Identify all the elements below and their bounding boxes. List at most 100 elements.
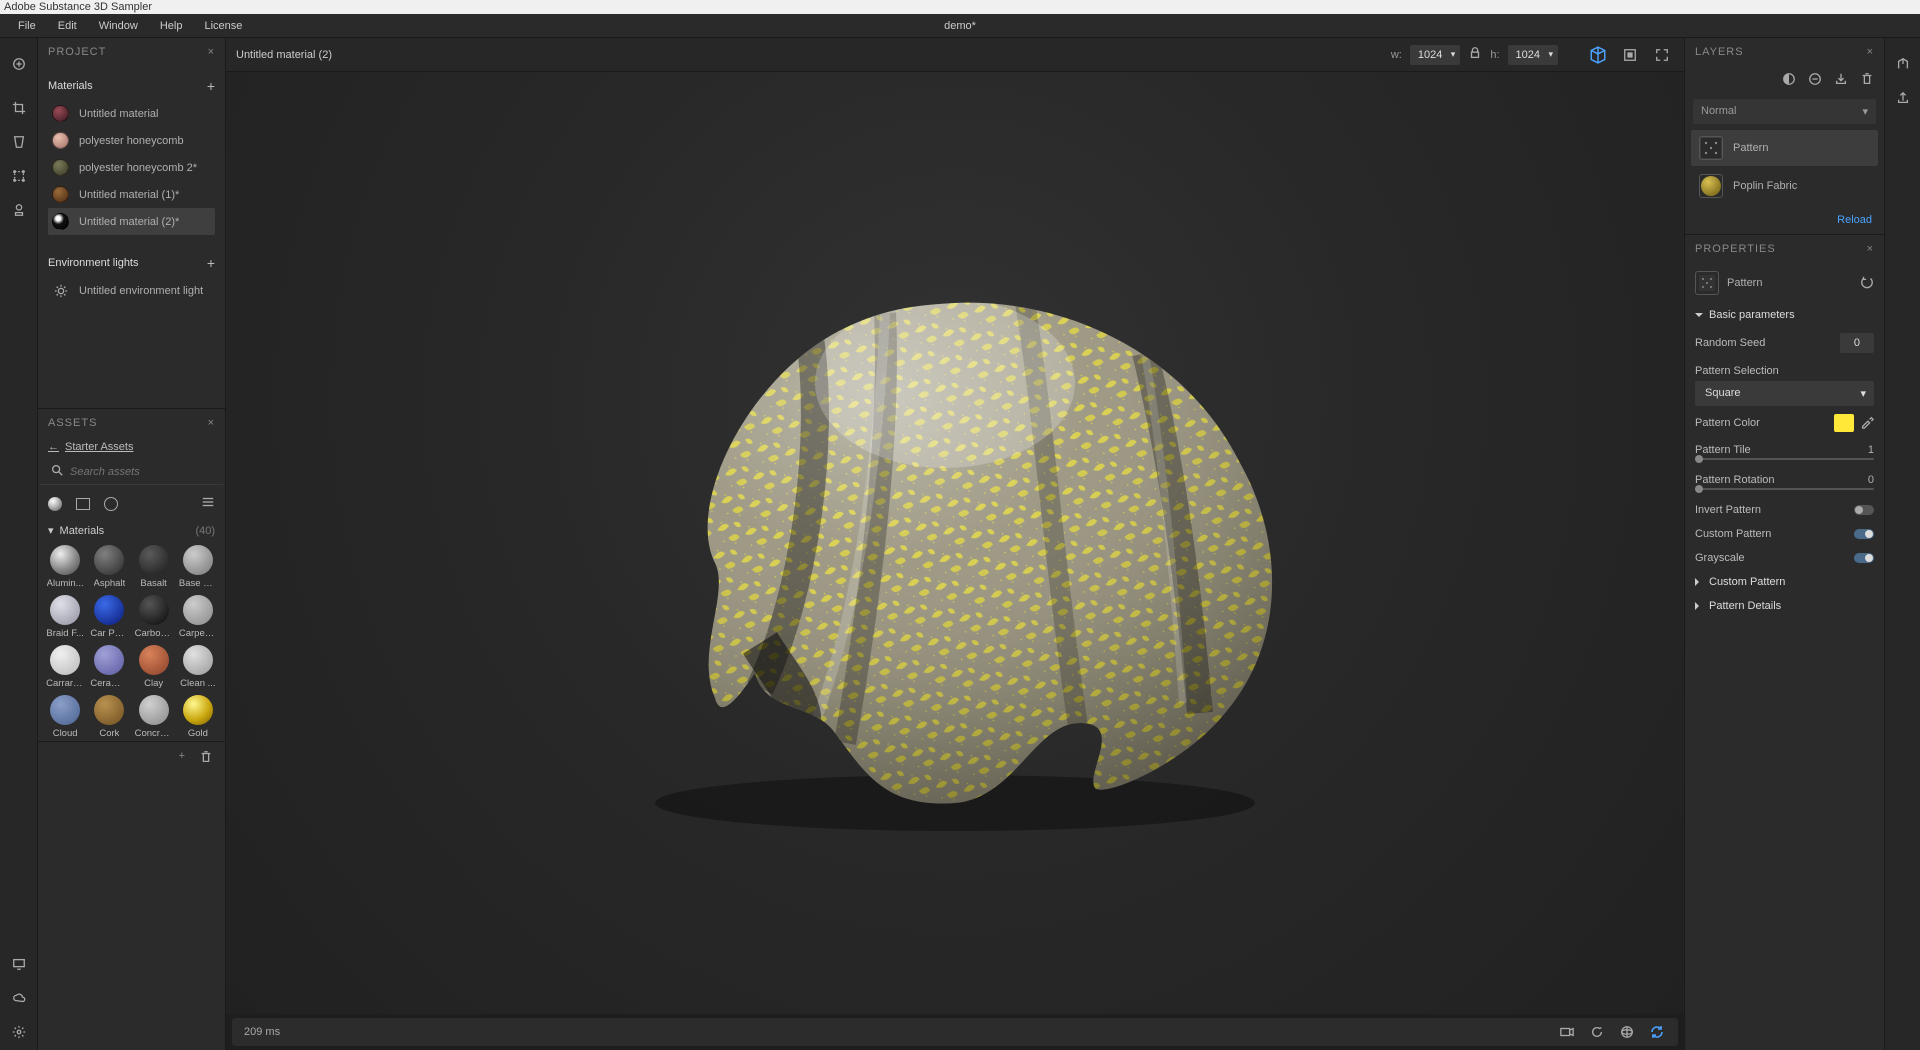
refresh-icon[interactable]: [1648, 1023, 1666, 1041]
layer-item[interactable]: Pattern: [1691, 130, 1878, 166]
pattern-selection-select[interactable]: Square ▾: [1695, 381, 1874, 406]
pattern-tile-slider[interactable]: [1685, 458, 1884, 468]
globe-icon[interactable]: [1618, 1023, 1636, 1041]
asset-sphere-icon: [50, 695, 80, 725]
view-2d-button[interactable]: [1618, 43, 1642, 67]
asset-item[interactable]: Clay: [135, 645, 173, 689]
share-icon[interactable]: [1895, 90, 1911, 106]
export-layer-icon[interactable]: [1834, 72, 1848, 89]
pattern-rotation-slider[interactable]: [1685, 488, 1884, 498]
close-icon[interactable]: ×: [208, 46, 215, 58]
reload-button[interactable]: Reload: [1685, 206, 1884, 234]
close-icon[interactable]: ×: [1867, 46, 1874, 58]
asset-item[interactable]: Cloud: [46, 695, 84, 739]
asset-item[interactable]: Gold: [179, 695, 217, 739]
layer-thumb: [1699, 174, 1723, 198]
perspective-icon[interactable]: [11, 134, 27, 150]
properties-panel-header: PROPERTIES ×: [1685, 235, 1884, 263]
asset-item[interactable]: Asphalt: [90, 545, 128, 589]
asset-item[interactable]: Alumin...: [46, 545, 84, 589]
fullscreen-button[interactable]: [1650, 43, 1674, 67]
pattern-color-label: Pattern Color: [1695, 417, 1760, 429]
material-sphere-icon: [52, 159, 69, 176]
grayscale-toggle[interactable]: [1854, 553, 1874, 563]
filter-image-icon[interactable]: [76, 498, 90, 510]
asset-category-header[interactable]: ▾ Materials (40): [38, 520, 225, 543]
document-title: demo*: [944, 20, 976, 32]
asset-item[interactable]: Carrara...: [46, 645, 84, 689]
add-env-button[interactable]: +: [207, 255, 215, 271]
asset-item[interactable]: Cork: [90, 695, 128, 739]
send-to-icon[interactable]: [1895, 56, 1911, 72]
reset-icon[interactable]: [1860, 275, 1874, 292]
pattern-color-swatch[interactable]: [1834, 414, 1854, 432]
section-basic-parameters[interactable]: Basic parameters: [1685, 303, 1884, 327]
lock-icon[interactable]: [1468, 46, 1482, 63]
asset-item[interactable]: Car Paint: [90, 595, 128, 639]
menu-file[interactable]: File: [8, 16, 46, 36]
menu-help[interactable]: Help: [150, 16, 193, 36]
menu-edit[interactable]: Edit: [48, 16, 87, 36]
asset-label: Clean ...: [180, 678, 215, 689]
add-asset-button[interactable]: +: [179, 750, 185, 767]
asset-item[interactable]: Cerami...: [90, 645, 128, 689]
width-select[interactable]: 1024: [1410, 45, 1460, 65]
material-item[interactable]: Untitled material (2)*: [48, 208, 215, 235]
close-icon[interactable]: ×: [1867, 243, 1874, 255]
render-time: 209 ms: [244, 1026, 1546, 1038]
asset-sphere-icon: [94, 595, 124, 625]
pattern-selection-label: Pattern Selection: [1695, 365, 1779, 377]
asset-item[interactable]: Basalt: [135, 545, 173, 589]
filter-material-icon[interactable]: [48, 497, 62, 511]
close-icon[interactable]: ×: [208, 417, 215, 429]
search-input[interactable]: [70, 466, 213, 478]
asset-item[interactable]: Base M...: [179, 545, 217, 589]
rotate-icon[interactable]: [1588, 1023, 1606, 1041]
filter-layer-icon[interactable]: [104, 497, 118, 511]
asset-item[interactable]: Concrete: [135, 695, 173, 739]
asset-sphere-icon: [94, 645, 124, 675]
list-view-icon[interactable]: [201, 495, 215, 512]
custom-pattern-toggle[interactable]: [1854, 529, 1874, 539]
bounds-icon[interactable]: [11, 168, 27, 184]
left-tool-rail: [0, 38, 38, 1050]
asset-item[interactable]: Carbon ...: [135, 595, 173, 639]
asset-item[interactable]: Carpet ...: [179, 595, 217, 639]
material-item[interactable]: polyester honeycomb 2*: [48, 154, 215, 181]
height-select[interactable]: 1024: [1508, 45, 1558, 65]
asset-item[interactable]: Clean ...: [179, 645, 217, 689]
delete-layer-icon[interactable]: [1860, 72, 1874, 89]
blend-mode-select[interactable]: Normal ▾: [1693, 99, 1876, 124]
mask-icon[interactable]: [1782, 72, 1796, 89]
material-name: Untitled material (2)*: [79, 216, 179, 228]
material-item[interactable]: polyester honeycomb: [48, 127, 215, 154]
stamp-icon[interactable]: [11, 202, 27, 218]
screen-icon[interactable]: [11, 956, 27, 972]
asset-item[interactable]: Braid F...: [46, 595, 84, 639]
gear-icon[interactable]: [11, 1024, 27, 1040]
section-pattern-details[interactable]: Pattern Details: [1685, 594, 1884, 618]
material-item[interactable]: Untitled material: [48, 100, 215, 127]
menu-window[interactable]: Window: [89, 16, 148, 36]
menu-license[interactable]: License: [194, 16, 252, 36]
invert-pattern-toggle[interactable]: [1854, 505, 1874, 515]
view-3d-button[interactable]: [1586, 43, 1610, 67]
material-item[interactable]: Untitled material (1)*: [48, 181, 215, 208]
viewport-3d[interactable]: [226, 72, 1684, 1014]
add-material-button[interactable]: +: [207, 78, 215, 94]
env-light-item[interactable]: Untitled environment light: [48, 277, 215, 304]
camera-icon[interactable]: [1558, 1023, 1576, 1041]
crop-icon[interactable]: [11, 100, 27, 116]
asset-sphere-icon: [139, 595, 169, 625]
delete-asset-button[interactable]: [199, 750, 213, 767]
add-icon[interactable]: [11, 56, 27, 72]
cloud-icon[interactable]: [11, 990, 27, 1006]
viewport-topbar: Untitled material (2) w: 1024 h: 1024: [226, 38, 1684, 72]
color-picker-icon[interactable]: [1860, 415, 1874, 432]
assets-back[interactable]: ← Starter Assets: [38, 437, 225, 459]
layer-item[interactable]: Poplin Fabric: [1691, 168, 1878, 204]
section-custom-pattern[interactable]: Custom Pattern: [1685, 570, 1884, 594]
random-seed-input[interactable]: 0: [1840, 333, 1874, 353]
material-sphere-icon: [52, 132, 69, 149]
adjustment-icon[interactable]: [1808, 72, 1822, 89]
